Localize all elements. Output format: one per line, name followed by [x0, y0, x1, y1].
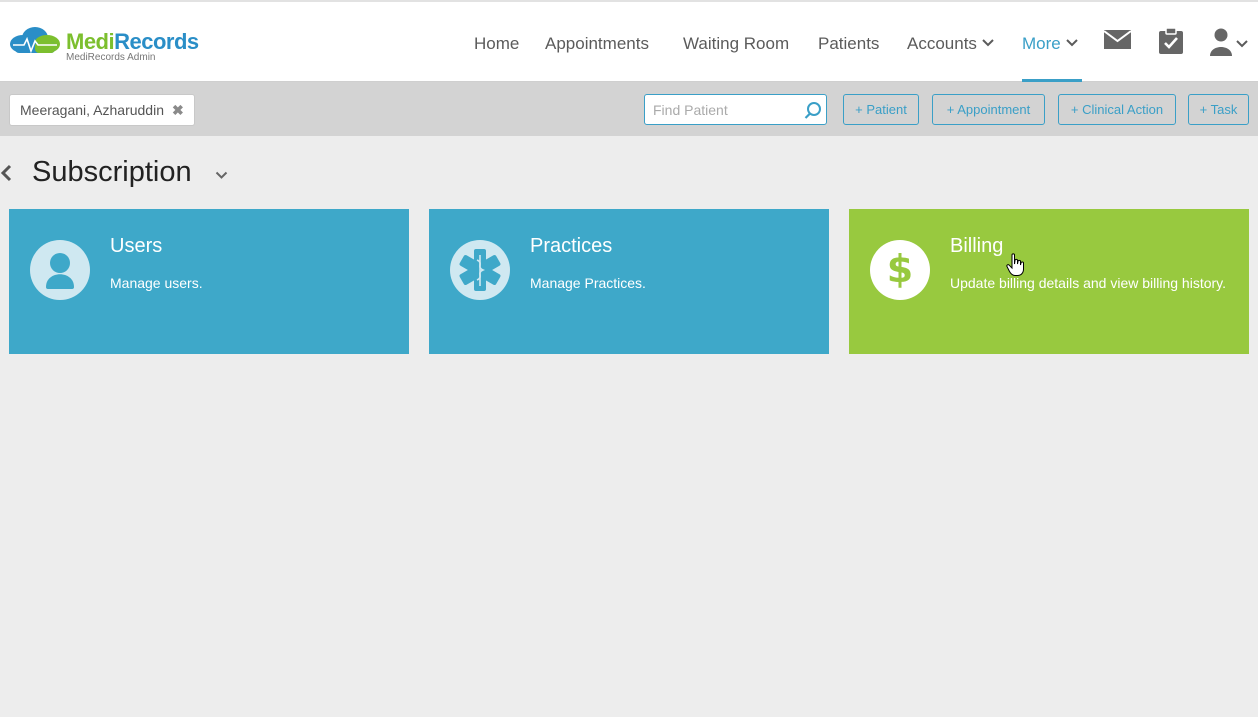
nav-home[interactable]: Home	[474, 34, 519, 54]
star-of-life-icon	[459, 249, 501, 291]
add-clinical-action-button[interactable]: + Clinical Action	[1058, 94, 1176, 125]
clipboard-check-icon	[1159, 27, 1183, 54]
users-card-title: Users	[110, 235, 163, 257]
nav-patients-label: Patients	[818, 34, 880, 53]
dollar-icon: $	[887, 247, 913, 291]
practices-icon-circle	[450, 240, 510, 300]
user-icon	[1210, 28, 1232, 56]
chevron-down-icon	[1066, 39, 1078, 47]
cloud-logo-icon	[10, 27, 60, 54]
user-menu-button[interactable]	[1210, 28, 1248, 60]
medirecords-logo[interactable]: MediRecords MediRecords Admin	[9, 26, 209, 66]
selected-patient-tag[interactable]: Meeragani, Azharuddin ✖	[9, 94, 195, 126]
nav-more[interactable]: More	[1022, 34, 1078, 54]
nav-waiting-room-label: Waiting Room	[683, 34, 790, 53]
billing-icon-circle: $	[870, 240, 930, 300]
top-navbar: MediRecords MediRecords Admin Home Appoi…	[0, 0, 1258, 83]
selected-patient-name: Meeragani, Azharuddin	[20, 102, 164, 118]
nav-more-label: More	[1022, 34, 1061, 53]
patient-toolbar: Meeragani, Azharuddin ✖ + Patient + Appoi…	[0, 82, 1258, 136]
mail-icon	[1103, 30, 1132, 49]
search-icon[interactable]	[804, 101, 822, 119]
chevron-down-icon[interactable]	[215, 171, 228, 180]
brand-name-part1: Medi	[66, 29, 115, 54]
close-icon[interactable]: ✖	[172, 102, 184, 118]
chevron-down-icon	[1236, 40, 1248, 48]
find-patient-input[interactable]	[645, 95, 811, 124]
billing-card-description: Update billing details and view billing …	[950, 275, 1227, 291]
add-patient-button[interactable]: + Patient	[843, 94, 919, 125]
users-card[interactable]: Users Manage users.	[9, 209, 409, 354]
practices-card-description: Manage Practices.	[530, 275, 646, 291]
svg-text:$: $	[887, 247, 913, 291]
add-appointment-button[interactable]: + Appointment	[932, 94, 1045, 125]
nav-accounts[interactable]: Accounts	[907, 34, 994, 54]
practices-card-title: Practices	[530, 235, 613, 257]
brand-name-part2: Records	[114, 29, 199, 54]
brand-subtitle: MediRecords Admin	[66, 52, 156, 63]
nav-appointments[interactable]: Appointments	[545, 34, 649, 54]
nav-home-label: Home	[474, 34, 520, 53]
tasks-button[interactable]	[1159, 27, 1183, 58]
hand-cursor-icon	[1006, 253, 1024, 276]
messages-button[interactable]	[1103, 28, 1132, 54]
find-patient-field[interactable]	[644, 94, 827, 125]
page-title[interactable]: Subscription	[32, 156, 192, 189]
chevron-down-icon	[982, 39, 994, 47]
user-icon	[46, 253, 74, 289]
users-card-description: Manage users.	[110, 275, 203, 291]
billing-card-title: Billing	[950, 235, 1004, 257]
nav-waiting-room[interactable]: Waiting Room	[683, 34, 789, 54]
billing-card[interactable]: $ Billing Update billing details and vie…	[849, 209, 1249, 354]
add-task-button[interactable]: + Task	[1188, 94, 1249, 125]
users-icon-circle	[30, 240, 90, 300]
back-chevron-icon[interactable]	[0, 164, 12, 182]
practices-card[interactable]: Practices Manage Practices.	[429, 209, 829, 354]
nav-accounts-label: Accounts	[907, 34, 977, 53]
nav-appointments-label: Appointments	[545, 34, 649, 53]
nav-patients[interactable]: Patients	[818, 34, 879, 54]
